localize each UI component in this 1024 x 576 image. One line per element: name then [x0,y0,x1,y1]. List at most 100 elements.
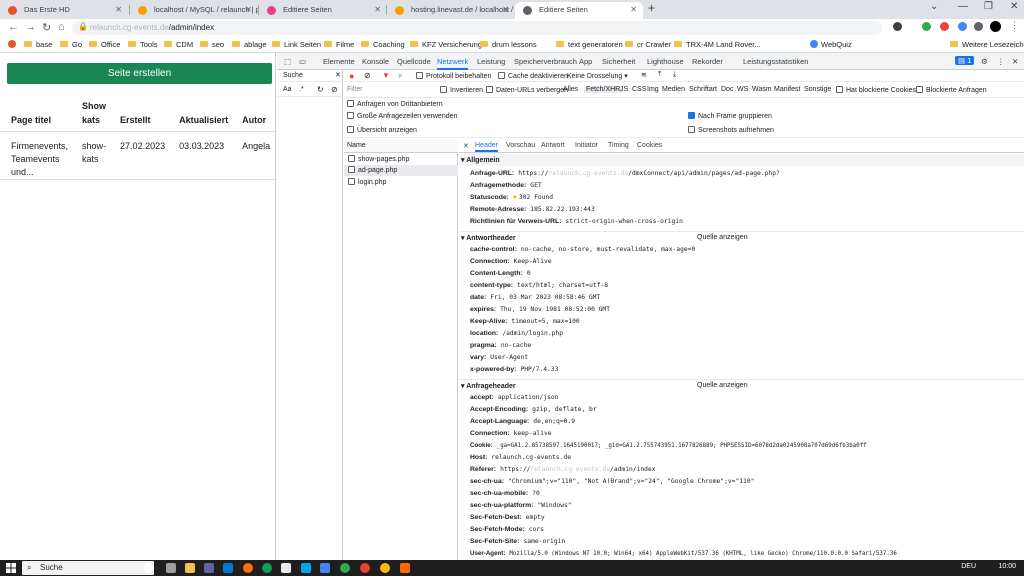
app-icon[interactable] [320,563,330,573]
app-icon[interactable] [262,563,272,573]
bookmark-drum[interactable]: drum lessons [480,40,537,49]
tab-search-icon[interactable]: ⌄ [930,1,938,12]
tab-antwort[interactable]: Antwort [541,142,565,149]
tab-4[interactable]: hosting.linevast.de / localhost / ... ✕ [387,2,515,19]
maximize-icon[interactable]: ❐ [984,1,993,12]
app-icon[interactable] [281,563,291,573]
clock[interactable]: 10:00 [998,563,1016,570]
wifi-icon[interactable]: ≋ [641,71,647,79]
request-ad-page[interactable]: ad-page.php [348,166,397,174]
bookmark-link-seiten[interactable]: Link Seiten [272,40,321,49]
bookmark-office[interactable]: Office [89,40,120,49]
tab-close-icon[interactable]: ✕ [374,2,381,17]
tab-initiator[interactable]: Initiator [575,142,598,149]
minimize-icon[interactable]: — [958,1,968,12]
record-icon[interactable]: ● [349,71,354,81]
app-icon[interactable] [380,563,390,573]
taskbar-search[interactable]: ⌕ Suche [22,561,154,575]
issues-badge[interactable]: ▤ 1 [955,56,975,65]
tab-1[interactable]: Das Erste HD ✕ [0,2,128,19]
bookmark-seo[interactable]: seo [200,40,224,49]
type-manifest[interactable]: Manifest [774,86,800,93]
settings-icon[interactable]: ⚙ [981,57,988,66]
tab-rekorder[interactable]: Rekorder [692,57,723,66]
tab-timing[interactable]: Timing [608,142,629,149]
tab-speicher[interactable]: Speicherverbrauch [514,57,577,66]
view-source-link[interactable]: Quelle anzeigen [697,234,748,241]
filter-icon[interactable]: ▼ [382,71,390,80]
section-response-headers[interactable]: ▾ Antwortheader Quelle anzeigen [459,231,1024,243]
tab-konsole[interactable]: Konsole [362,57,389,66]
third-party-checkbox[interactable]: Anfragen von Drittanbietern [347,100,443,108]
close-window-icon[interactable]: ✕ [1010,1,1018,12]
type-doc[interactable]: Doc [721,86,733,93]
extension-icon[interactable] [893,22,902,31]
bookmark-tools[interactable]: Tools [128,40,158,49]
more-icon[interactable]: ⋮ [997,57,1005,66]
bookmark-kfz[interactable]: KFZ Versicherung [410,40,482,49]
tab-close-icon[interactable]: ✕ [502,2,509,17]
bookmark-cdm[interactable]: CDM [164,40,193,49]
type-medien[interactable]: Medien [662,86,685,93]
inspect-icon[interactable]: ⬚ [284,57,291,66]
tab-quellcode[interactable]: Quellcode [397,57,431,66]
new-tab-button[interactable]: + [648,1,655,15]
bookmark-base[interactable]: base [24,40,52,49]
tab-5-active[interactable]: Editiere Seiten ✕ [515,2,643,19]
bookmark-ablage[interactable]: ablage [232,40,267,49]
section-general[interactable]: ▾ Allgemein [459,154,1024,166]
tab-close-icon[interactable]: ✕ [115,2,122,17]
puzzle-icon[interactable] [974,22,983,31]
menu-icon[interactable]: ⋮ [1010,20,1019,30]
address-bar[interactable]: 🔒 relaunch.cg-events.de/admin/index [72,21,882,35]
back-icon[interactable]: ← [8,21,19,33]
type-js[interactable]: JS [620,86,628,93]
clear-log-icon[interactable]: ⊘ [364,71,371,80]
tab-2[interactable]: localhost / MySQL / relaunch | ph ✕ [130,2,258,19]
match-case-toggle[interactable]: Aa [283,86,292,93]
type-wasm[interactable]: Wasm [752,86,772,93]
tab-close-icon[interactable]: ✕ [630,2,637,17]
app-icon[interactable] [400,563,410,573]
close-detail-icon[interactable]: ✕ [463,142,469,150]
export-icon[interactable]: ⤓ [673,71,676,79]
request-login[interactable]: login.php [348,178,386,186]
disable-cache-checkbox[interactable]: Cache deaktivieren [498,72,568,80]
type-all[interactable]: Alles [563,86,578,93]
filter-input[interactable]: Filter [347,86,363,93]
tab-leistungsstatistiken[interactable]: Leistungsstatistiken [743,57,808,66]
tab-cookies[interactable]: Cookies [637,142,662,149]
clear-icon[interactable]: ⊘ [331,85,338,94]
overview-checkbox[interactable]: Übersicht anzeigen [347,126,417,134]
task-view-icon[interactable] [166,563,176,573]
type-img[interactable]: Img [647,86,659,93]
bookmark-coaching[interactable]: Coaching [361,40,405,49]
bookmark-more[interactable]: Weitere Lesezeichen [950,40,1024,49]
type-schriftart[interactable]: Schriftart [689,86,717,93]
import-icon[interactable]: ⤒ [658,71,661,79]
tab-close-icon[interactable]: ✕ [245,2,252,17]
tab-app[interactable]: App [579,57,592,66]
tab-sicherheit[interactable]: Sicherheit [602,57,635,66]
apps-icon[interactable] [8,40,19,49]
group-by-frame-checkbox[interactable]: Nach Frame gruppieren [688,112,772,120]
forward-icon[interactable]: → [25,21,36,33]
large-rows-checkbox[interactable]: Große Anfragezeilen verwenden [347,112,457,120]
copilot-icon[interactable] [143,563,153,573]
bookmark-filme[interactable]: Filme [324,40,354,49]
teams-icon[interactable] [204,563,214,573]
section-request-headers[interactable]: ▾ Anfrageheader Quelle anzeigen [459,379,1024,391]
screenshots-checkbox[interactable]: Screenshots aufnehmen [688,126,774,134]
invert-checkbox[interactable]: Invertieren [440,86,483,94]
close-devtools-icon[interactable]: ✕ [1012,57,1018,66]
type-fetch-xhr[interactable]: Fetch/XHR [584,86,623,93]
tab-header[interactable]: Header [475,142,498,152]
app-icon[interactable] [360,563,370,573]
tab-vorschau[interactable]: Vorschau [506,142,535,149]
tab-elemente[interactable]: Elemente [323,57,355,66]
lock-icon[interactable]: 🔒 [78,22,88,31]
search-icon[interactable]: ⌕ [398,71,402,81]
bookmark-textgen[interactable]: text generatoren [556,40,623,49]
bookmark-go[interactable]: Go [60,40,82,49]
home-icon[interactable]: ⌂ [58,21,65,33]
